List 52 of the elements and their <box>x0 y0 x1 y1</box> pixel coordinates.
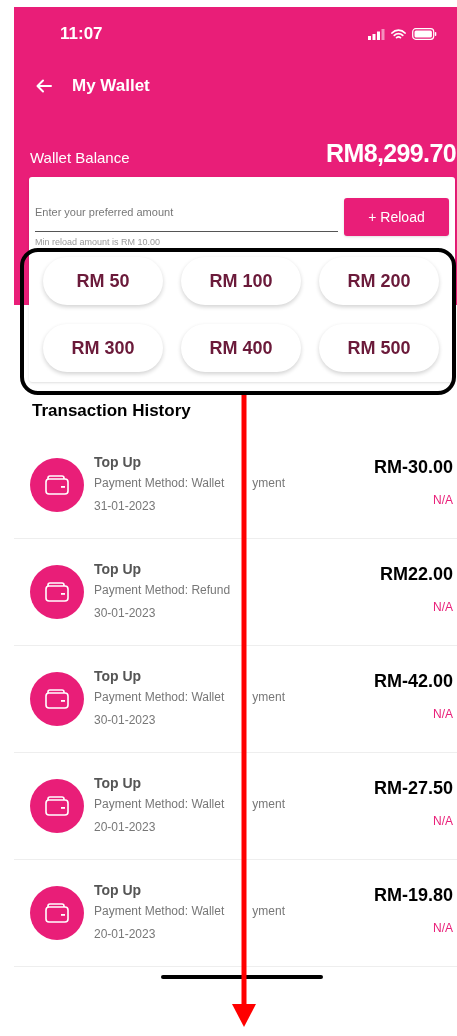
wifi-icon <box>391 28 406 40</box>
reload-button[interactable]: + Reload <box>344 198 449 236</box>
section-title: Transaction History <box>31 400 192 422</box>
status-time: 11:07 <box>60 23 103 46</box>
transaction-status: N/A <box>433 706 453 723</box>
transaction-status: N/A <box>433 599 453 616</box>
payment-method: Payment Method: Wallet <box>94 796 225 813</box>
wallet-icon <box>30 457 84 512</box>
wallet-icon <box>30 885 84 940</box>
transaction-amount: RM-42.00 <box>373 670 453 693</box>
payment-method-rest: yment <box>252 689 285 706</box>
transaction-date: 20-01-2023 <box>94 819 157 836</box>
amount-option[interactable]: RM 500 <box>319 324 439 372</box>
transaction-date: 30-01-2023 <box>94 712 157 729</box>
amount-option[interactable]: RM 100 <box>181 257 301 305</box>
payment-method: Payment Method: Refund <box>94 582 231 599</box>
wallet-balance-label: Wallet Balance <box>30 148 130 168</box>
transaction-title: Top Up <box>94 881 143 900</box>
amount-option[interactable]: RM 200 <box>319 257 439 305</box>
amount-option[interactable]: RM 300 <box>43 324 163 372</box>
payment-method-rest: yment <box>252 475 285 492</box>
battery-icon <box>412 28 437 40</box>
payment-method: Payment Method: Wallet <box>94 903 225 920</box>
wallet-icon <box>30 778 84 833</box>
wallet-balance-amount: RM8,299.70 <box>326 138 456 169</box>
transaction-status: N/A <box>433 813 453 830</box>
payment-method-rest: yment <box>252 903 285 920</box>
payment-method: Payment Method: Wallet <box>94 475 225 492</box>
transaction-title: Top Up <box>94 453 143 472</box>
transaction-date: 20-01-2023 <box>94 926 157 943</box>
reload-hint: Min reload amount is RM 10.00 <box>34 237 162 247</box>
back-arrow-icon[interactable] <box>36 79 52 93</box>
transaction-amount: RM-30.00 <box>373 456 453 479</box>
payment-method: Payment Method: Wallet <box>94 689 225 706</box>
payment-method-rest: yment <box>252 796 285 813</box>
transaction-title: Top Up <box>94 774 143 793</box>
amount-option[interactable]: RM 400 <box>181 324 301 372</box>
transaction-title: Top Up <box>94 667 143 686</box>
transaction-amount: RM-27.50 <box>373 777 453 800</box>
amount-option[interactable]: RM 50 <box>43 257 163 305</box>
signal-icon <box>368 28 385 40</box>
amount-input-field[interactable]: Enter your preferred amount <box>35 199 338 232</box>
transaction-status: N/A <box>433 920 453 937</box>
wallet-icon <box>30 564 84 619</box>
transaction-title: Top Up <box>94 560 143 579</box>
transaction-date: 31-01-2023 <box>94 498 157 515</box>
transaction-date: 30-01-2023 <box>94 605 157 622</box>
transaction-amount: RM22.00 <box>379 563 453 586</box>
wallet-icon <box>30 671 84 726</box>
transaction-status: N/A <box>433 492 453 509</box>
page-title: My Wallet <box>72 75 150 98</box>
transaction-amount: RM-19.80 <box>373 884 453 907</box>
